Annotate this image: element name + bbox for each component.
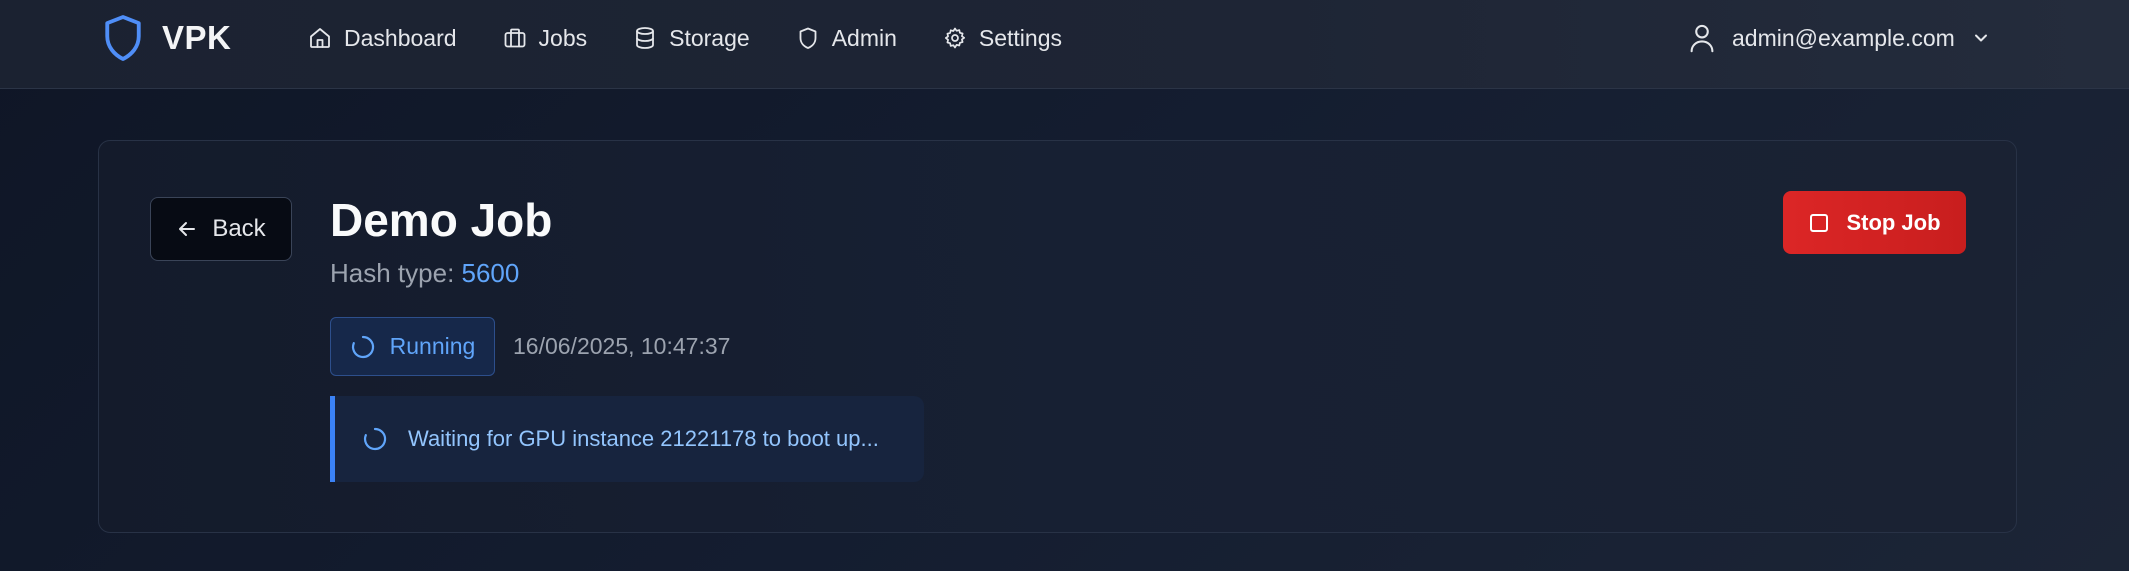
spinner-icon (351, 335, 374, 358)
gear-icon (944, 27, 965, 49)
back-button-label: Back (212, 215, 266, 242)
arrow-left-icon (179, 222, 196, 236)
user-icon (1690, 24, 1714, 53)
nav-item-admin[interactable]: Admin (796, 20, 897, 56)
nav-item-settings[interactable]: Settings (943, 20, 1062, 56)
main-nav: Dashboard Jobs Storage Admin Settings (308, 20, 1062, 56)
stop-job-label: Stop Job (1846, 209, 1941, 235)
back-button[interactable]: Back (150, 197, 292, 261)
stop-icon (1810, 213, 1829, 232)
hash-type-label: Hash type: (330, 258, 462, 288)
nav-item-label: Jobs (538, 24, 588, 51)
database-icon (636, 27, 655, 49)
page-title: Demo Job (330, 194, 553, 246)
job-timestamp: 16/06/2025, 10:47:37 (513, 333, 731, 359)
nav-item-label: Admin (831, 24, 897, 51)
nav-item-storage[interactable]: Storage (633, 20, 750, 56)
chevron-down-icon (1974, 34, 1987, 42)
status-label: Running (389, 333, 476, 359)
brand-logo[interactable]: VPK (102, 13, 231, 63)
user-menu[interactable]: admin@example.com (1688, 20, 1991, 56)
nav-item-dashboard[interactable]: Dashboard (308, 20, 457, 56)
shield-icon (105, 15, 141, 61)
stop-job-button[interactable]: Stop Job (1783, 191, 1966, 254)
hash-type-value: 5600 (461, 258, 520, 288)
home-icon (310, 28, 330, 48)
briefcase-icon (504, 28, 525, 48)
status-message-text: Waiting for GPU instance 21221178 to boo… (408, 426, 879, 451)
brand-name: VPK (162, 19, 232, 56)
nav-item-jobs[interactable]: Jobs (503, 20, 588, 56)
status-message: Waiting for GPU instance 21221178 to boo… (330, 396, 924, 482)
nav-item-label: Storage (669, 24, 750, 51)
spinner-icon (364, 427, 387, 451)
status-badge: Running (330, 317, 495, 376)
nav-item-label: Dashboard (344, 24, 457, 51)
shield-icon (799, 27, 817, 49)
nav-item-label: Settings (978, 24, 1062, 51)
user-email: admin@example.com (1732, 24, 1955, 51)
top-navbar: VPK Dashboard Jobs Storage Admin Setting… (0, 0, 2129, 89)
hash-type: Hash type: 5600 (330, 256, 519, 290)
